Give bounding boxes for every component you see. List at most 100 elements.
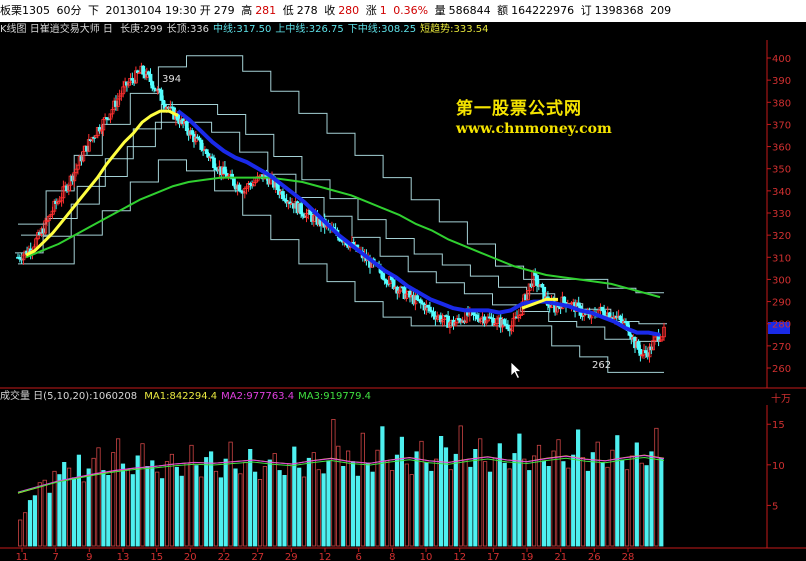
candle-body — [431, 311, 436, 317]
volume-bar — [150, 460, 155, 547]
volume-bar — [507, 468, 512, 547]
volume-bar — [287, 463, 292, 547]
indicator-item-5: 短趋势:333.54 — [420, 24, 489, 35]
volume-bar — [199, 476, 204, 547]
volume-bar — [111, 452, 116, 547]
x-tick-layer: 11 7 9 13 15 20 22 27 29 12 6 8 10 12 17 19 21 26 28 — [16, 548, 634, 561]
volume-value: 586844 — [448, 4, 491, 17]
volume-bar — [125, 469, 130, 547]
amount-value: 164222976 — [511, 4, 575, 17]
volume-bar — [624, 469, 630, 547]
volume-bar — [551, 450, 556, 547]
price-tick-label: 280 — [772, 320, 791, 331]
volume-bar — [399, 436, 405, 547]
price-tick-label: 350 — [772, 165, 791, 176]
x-tick-label: 6 — [356, 552, 362, 561]
volume-bar — [184, 462, 189, 547]
volume-bar — [502, 462, 507, 547]
volume-tick-label: 10 — [772, 461, 785, 472]
x-tick-label: 17 — [487, 552, 500, 561]
volume-bar — [116, 438, 121, 547]
open-label: 开 — [199, 4, 211, 17]
volume-bar — [57, 474, 62, 547]
volume-bar — [478, 438, 483, 547]
volume-bar — [86, 468, 91, 547]
low-label: 低 — [282, 4, 294, 17]
volume-bar — [492, 457, 498, 547]
volume-bar — [301, 476, 307, 547]
volume-bar — [414, 451, 419, 547]
x-tick-label: 12 — [453, 552, 466, 561]
open-interest-value: 1398368 — [594, 4, 644, 17]
volume-bar — [169, 453, 174, 547]
volume-ma-item-2: MA3:919779.4 — [298, 391, 372, 402]
volume-ma-item-0: MA1:842294.4 — [144, 391, 218, 402]
volume-bar — [106, 474, 111, 547]
change-percent: 0.36% — [393, 4, 429, 17]
watermark-url: www.chnmoney.com — [456, 121, 612, 137]
candle-body — [384, 279, 389, 284]
price-tick-label: 400 — [772, 54, 791, 65]
x-tick-label: 22 — [218, 552, 231, 561]
volume-bar — [448, 469, 454, 547]
volume-bar — [243, 461, 248, 547]
candle-body — [231, 178, 236, 186]
indicator-item-2: 中线:317.50 — [213, 24, 272, 35]
candle-body — [150, 81, 155, 89]
candle-body — [505, 324, 510, 330]
volume-bar — [585, 470, 591, 547]
candle-body — [427, 306, 432, 312]
price-tick-label: 300 — [772, 275, 791, 286]
volume-bar — [345, 450, 351, 547]
x-tick-label: 12 — [319, 552, 332, 561]
volume-bar — [556, 439, 561, 547]
open-value: 279 — [213, 4, 235, 17]
direction: 下 — [88, 4, 99, 17]
volume-bar — [458, 425, 463, 547]
volume-bar — [37, 482, 42, 547]
volume-bar — [590, 452, 595, 547]
change-label: 涨 — [365, 4, 377, 17]
volume-ma-item-1: MA2:977763.4 — [221, 391, 295, 402]
volume-bar — [76, 454, 81, 547]
band-mid-upper-line — [21, 104, 667, 325]
volume-bar — [272, 453, 277, 547]
volume-bar — [365, 462, 370, 547]
x-tick-label: 10 — [420, 552, 433, 561]
x-tick-label: 9 — [86, 552, 92, 561]
volume-bar — [326, 460, 331, 547]
candle-body — [475, 314, 480, 320]
x-tick-label: 19 — [521, 552, 534, 561]
peak-label: 394 — [162, 74, 181, 85]
x-tick-label: 27 — [251, 552, 264, 561]
volume-bar — [429, 470, 434, 547]
volume-bar — [595, 441, 600, 547]
volume-bar — [620, 459, 625, 547]
volume-bar — [62, 461, 67, 547]
volume-bar — [204, 457, 209, 547]
volume-bar — [394, 454, 400, 547]
volume-bar — [47, 492, 52, 547]
datetime: 20130104 19:30 — [105, 4, 197, 17]
candle-body — [199, 139, 204, 150]
candle-body — [237, 184, 242, 192]
price-tick-label: 340 — [772, 187, 791, 198]
x-tick-label: 7 — [53, 552, 59, 561]
price-tick-label: 270 — [772, 342, 791, 353]
volume-bar — [311, 452, 316, 547]
volume-bar — [306, 457, 312, 547]
candle-body — [602, 310, 606, 317]
price-tick-label: 370 — [772, 120, 791, 131]
high-value: 281 — [255, 4, 277, 17]
volume-bar — [32, 495, 38, 547]
volume-bar — [297, 467, 302, 547]
candle-body — [540, 283, 545, 288]
candlestick-chart: 260 270 280 290 300 310 320 330 340 350 360 370 380 3… — [0, 40, 806, 561]
volume-bar — [615, 435, 620, 547]
volume-bar — [316, 469, 321, 547]
candle-body — [280, 191, 285, 200]
price-tick-label: 320 — [772, 231, 791, 242]
volume-bar — [409, 474, 414, 547]
volume-bar — [233, 468, 238, 547]
volume-bar — [42, 479, 47, 547]
